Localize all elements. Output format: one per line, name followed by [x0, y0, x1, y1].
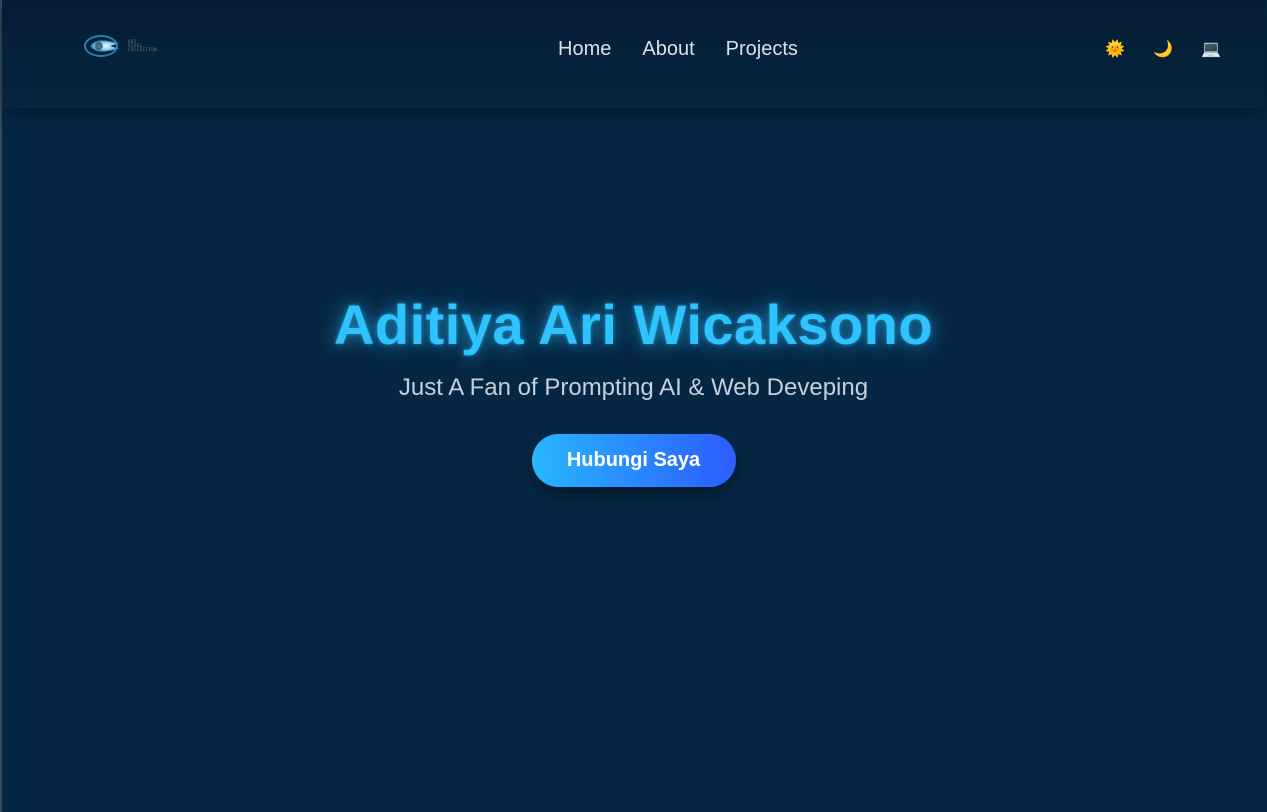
logo-emblem-icon: [84, 35, 120, 57]
main-nav: Home About Projects: [558, 36, 798, 62]
moon-icon[interactable]: 🌙: [1153, 38, 1173, 62]
laptop-icon[interactable]: 💻: [1201, 38, 1221, 62]
hero-subtitle: Just A Fan of Prompting AI & Web Devepin…: [398, 374, 869, 401]
hero-title: Aditiya Ari Wicaksono: [333, 293, 934, 356]
contact-me-button[interactable]: Hubungi Saya: [531, 434, 736, 487]
theme-toggle-group: 🌞 🌙 💻: [1105, 38, 1221, 62]
page: ARI PIXEL COLLECTION Home About Projects…: [0, 0, 1265, 812]
sun-icon[interactable]: 🌞: [1105, 38, 1125, 62]
nav-projects-link[interactable]: Projects: [726, 36, 798, 62]
nav-home-link[interactable]: Home: [558, 36, 611, 62]
site-logo[interactable]: ARI PIXEL COLLECTION: [84, 32, 190, 60]
hero-section: Aditiya Ari Wicaksono Just A Fan of Prom…: [2, 290, 1265, 487]
navbar: ARI PIXEL COLLECTION Home About Projects…: [2, 0, 1265, 108]
logo-text: ARI PIXEL COLLECTION: [128, 39, 158, 52]
nav-about-link[interactable]: About: [642, 36, 694, 62]
